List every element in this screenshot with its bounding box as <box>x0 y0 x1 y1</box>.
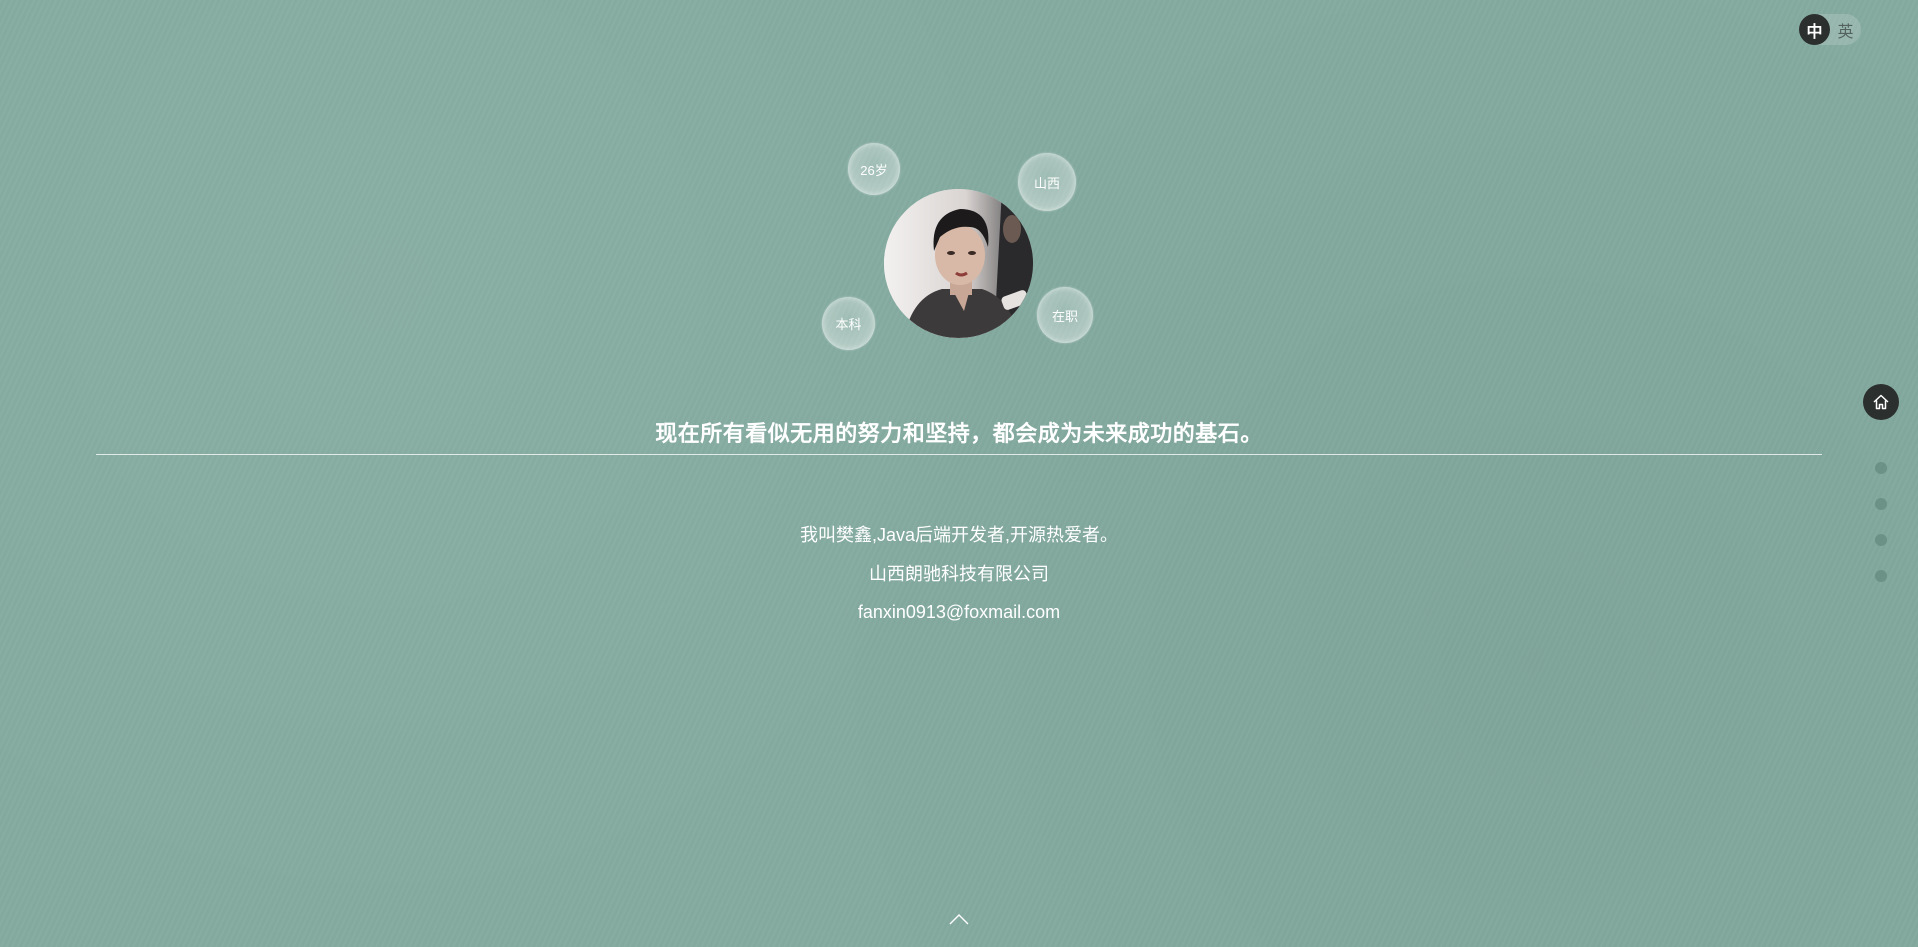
nav-dot-section-3[interactable] <box>1875 498 1887 510</box>
motto-heading: 现在所有看似无用的努力和坚持，都会成为未来成功的基石。 <box>655 421 1263 446</box>
chevron-up-icon <box>949 914 969 925</box>
region-tag: 山西 <box>1018 153 1076 211</box>
intro-line-company: 山西朗驰科技有限公司 <box>869 563 1049 584</box>
nav-home-button[interactable] <box>1863 384 1899 420</box>
intro-line-self: 我叫樊鑫,Java后端开发者,开源热爱者。 <box>799 525 1119 545</box>
lang-chinese-button[interactable]: 中 <box>1799 14 1830 45</box>
nav-dot-section-4[interactable] <box>1875 534 1887 546</box>
scroll-up-button[interactable] <box>949 912 969 926</box>
nav-dot-section-2[interactable] <box>1875 462 1887 474</box>
home-icon <box>1873 394 1889 410</box>
side-nav <box>1863 384 1899 582</box>
avatar <box>884 189 1033 338</box>
intro-line-email: fanxin0913@foxmail.com <box>857 602 1061 622</box>
nav-dot-section-5[interactable] <box>1875 570 1887 582</box>
divider <box>96 454 1822 455</box>
education-tag: 本科 <box>822 297 875 350</box>
age-tag: 26岁 <box>848 143 900 195</box>
lang-english-button[interactable]: 英 <box>1830 14 1861 45</box>
status-tag: 在职 <box>1037 287 1093 343</box>
language-toggle[interactable]: 中 英 <box>1799 14 1861 45</box>
intro-block: 我叫樊鑫,Java后端开发者,开源热爱者。 山西朗驰科技有限公司 fanxin0… <box>0 522 1918 638</box>
